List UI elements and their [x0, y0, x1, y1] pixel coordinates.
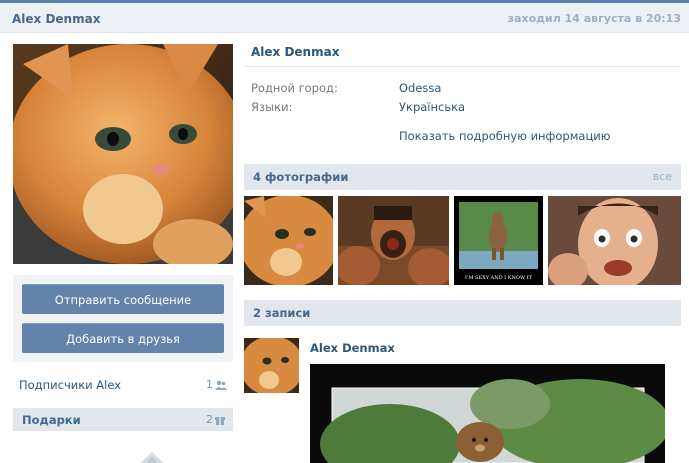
photo-thumb[interactable] — [338, 196, 449, 285]
gifts-section-header[interactable]: Подарки 2 — [13, 408, 233, 431]
post-author-avatar[interactable] — [244, 338, 299, 393]
photos-all-link[interactable]: все — [653, 170, 672, 183]
posts-section-header[interactable]: 2 записи — [244, 300, 681, 326]
info-row-hometown: Родной город: Odessa — [251, 81, 671, 95]
profile-name: Alex Denmax — [251, 45, 340, 59]
gifts-label: Подарки — [22, 413, 81, 427]
info-key: Языки: — [251, 100, 293, 114]
photo-thumb[interactable] — [244, 196, 333, 285]
photos-section-header[interactable]: 4 фотографии все — [244, 164, 681, 190]
photo-caption: I'M SEXY AND I KNOW IT — [465, 275, 533, 281]
info-value-link[interactable]: Українська — [399, 100, 465, 114]
profile-avatar[interactable] — [13, 44, 233, 264]
subscribers-count: 1 — [206, 378, 213, 391]
action-buttons-box: Отправить сообщение Добавить в друзья — [13, 275, 233, 362]
send-message-button[interactable]: Отправить сообщение — [22, 284, 224, 314]
post-image[interactable] — [310, 364, 665, 463]
posts-title: 2 записи — [253, 306, 311, 320]
subscribers-counter: 1 — [206, 378, 227, 391]
gift-image[interactable] — [132, 450, 172, 463]
info-row-languages: Языки: Українська — [251, 100, 671, 114]
page-header: Alex Denmax заходил 14 августа в 20:13 — [0, 3, 689, 33]
gift-icon — [215, 417, 225, 425]
info-value-link[interactable]: Odessa — [399, 81, 441, 95]
show-more-info-link[interactable]: Показать подробную информацию — [399, 129, 610, 143]
photo-thumb[interactable]: I'M SEXY AND I KNOW IT — [454, 196, 543, 285]
subscribers-link[interactable]: Подписчики Alex 1 — [19, 378, 227, 392]
info-key: Родной город: — [251, 81, 338, 95]
add-friend-button[interactable]: Добавить в друзья — [22, 323, 224, 353]
post-author-name[interactable]: Alex Denmax — [310, 341, 395, 355]
subscribers-label: Подписчики Alex — [19, 378, 122, 392]
last-seen-status: заходил 14 августа в 20:13 — [507, 12, 681, 25]
photos-title: 4 фотографии — [253, 170, 349, 184]
gifts-counter: 2 — [206, 413, 225, 426]
header-user-name[interactable]: Alex Denmax — [12, 12, 100, 26]
gifts-count: 2 — [206, 413, 213, 426]
users-icon — [215, 380, 227, 390]
divider — [244, 66, 681, 67]
photo-thumb[interactable] — [548, 196, 681, 285]
